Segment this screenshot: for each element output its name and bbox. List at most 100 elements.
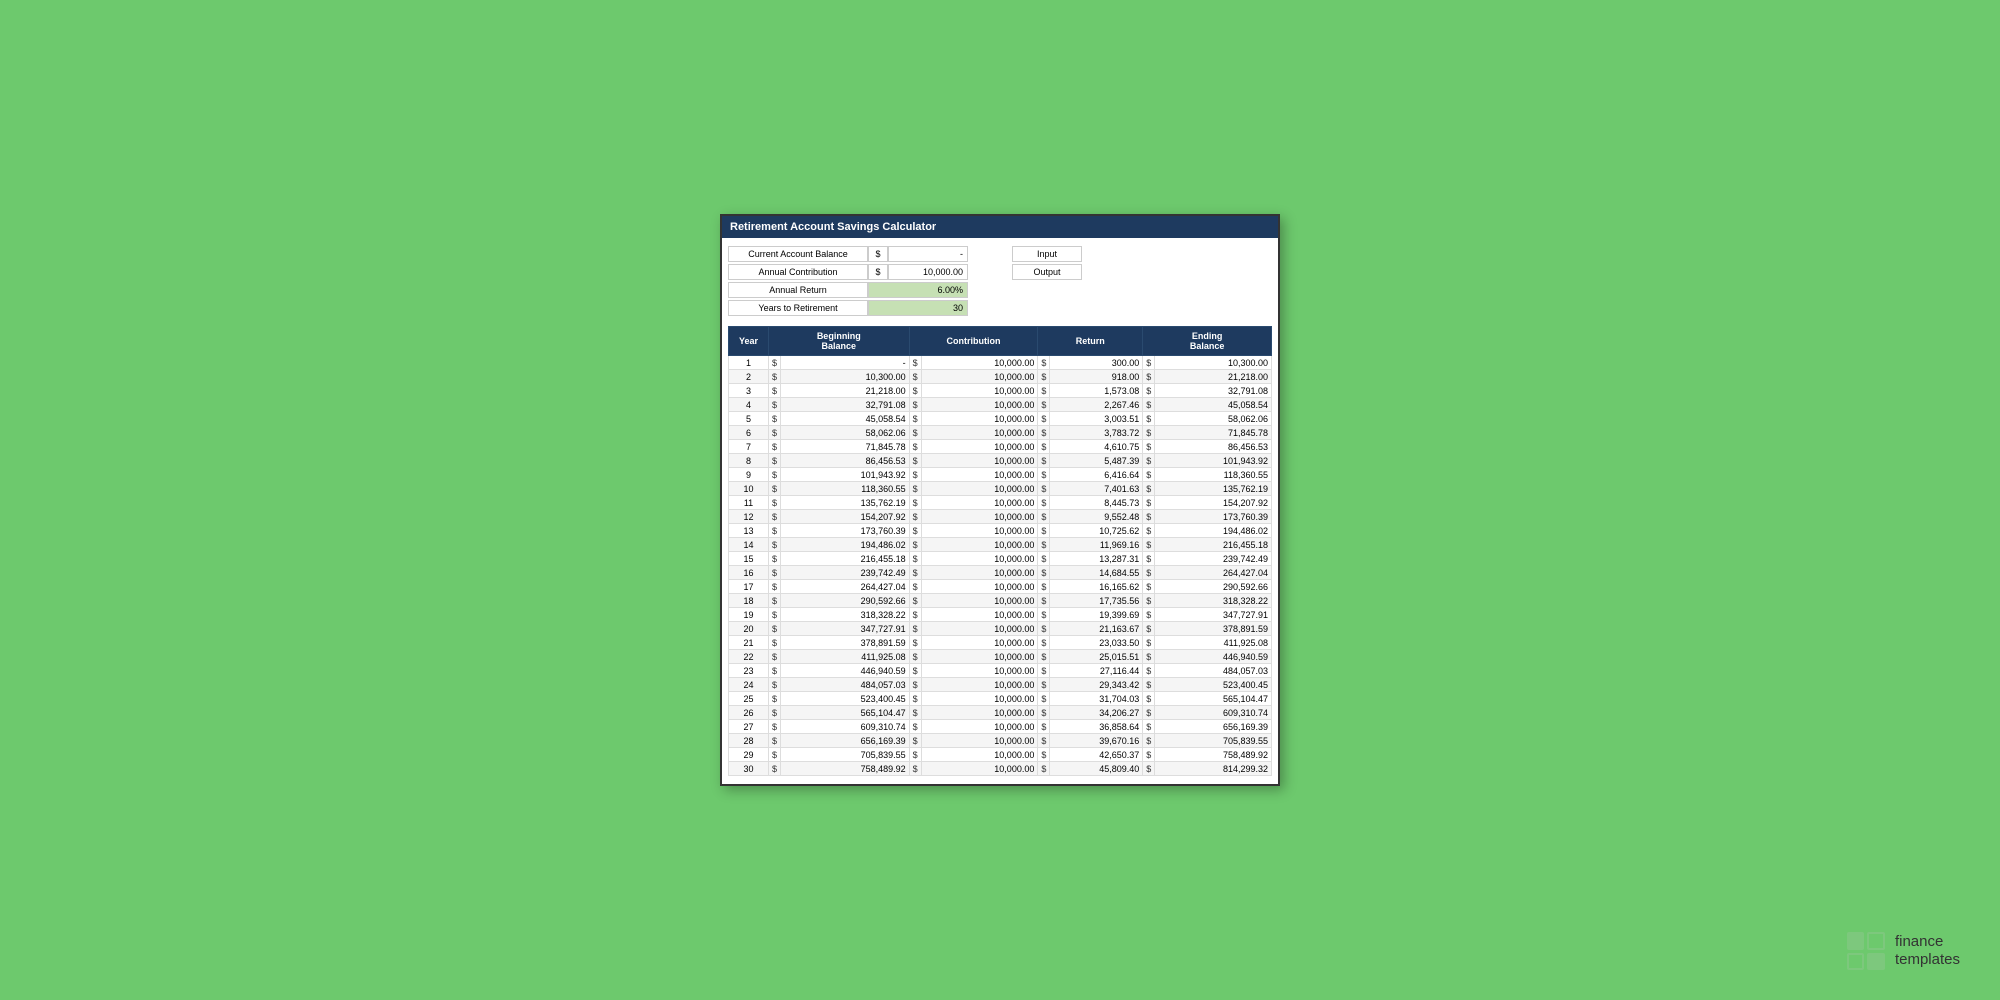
end-val: 135,762.19 xyxy=(1155,482,1272,496)
ret-val: 17,735.56 xyxy=(1050,594,1143,608)
year-cell: 26 xyxy=(729,706,769,720)
beg-val: 347,727.91 xyxy=(781,622,910,636)
con-val: 10,000.00 xyxy=(921,678,1038,692)
beg-dollar: $ xyxy=(769,552,781,566)
beg-val: - xyxy=(781,356,910,370)
table-row: 3 $ 21,218.00 $ 10,000.00 $ 1,573.08 $ 3… xyxy=(729,384,1272,398)
end-dollar: $ xyxy=(1143,678,1155,692)
ret-val: 3,003.51 xyxy=(1050,412,1143,426)
end-dollar: $ xyxy=(1143,692,1155,706)
year-cell: 7 xyxy=(729,440,769,454)
table-row: 12 $ 154,207.92 $ 10,000.00 $ 9,552.48 $… xyxy=(729,510,1272,524)
end-dollar: $ xyxy=(1143,468,1155,482)
beg-dollar: $ xyxy=(769,622,781,636)
con-dollar: $ xyxy=(909,412,921,426)
beg-val: 194,486.02 xyxy=(781,538,910,552)
year-cell: 1 xyxy=(729,356,769,370)
table-row: 25 $ 523,400.45 $ 10,000.00 $ 31,704.03 … xyxy=(729,692,1272,706)
con-dollar: $ xyxy=(909,510,921,524)
beg-val: 173,760.39 xyxy=(781,524,910,538)
end-val: 239,742.49 xyxy=(1155,552,1272,566)
end-val: 21,218.00 xyxy=(1155,370,1272,384)
table-row: 2 $ 10,300.00 $ 10,000.00 $ 918.00 $ 21,… xyxy=(729,370,1272,384)
end-dollar: $ xyxy=(1143,650,1155,664)
con-dollar: $ xyxy=(909,566,921,580)
beg-dollar: $ xyxy=(769,398,781,412)
beg-val: 86,456.53 xyxy=(781,454,910,468)
con-dollar: $ xyxy=(909,398,921,412)
year-cell: 9 xyxy=(729,468,769,482)
year-cell: 22 xyxy=(729,650,769,664)
ret-val: 300.00 xyxy=(1050,356,1143,370)
ret-val: 2,267.46 xyxy=(1050,398,1143,412)
ret-dollar: $ xyxy=(1038,678,1050,692)
table-section: Year BeginningBalance Contribution Retur… xyxy=(722,326,1278,784)
con-val: 10,000.00 xyxy=(921,496,1038,510)
con-val: 10,000.00 xyxy=(921,566,1038,580)
beg-val: 239,742.49 xyxy=(781,566,910,580)
con-val: 10,000.00 xyxy=(921,762,1038,776)
end-dollar: $ xyxy=(1143,706,1155,720)
beg-val: 411,925.08 xyxy=(781,650,910,664)
end-dollar: $ xyxy=(1143,496,1155,510)
beg-val: 609,310.74 xyxy=(781,720,910,734)
table-row: 30 $ 758,489.92 $ 10,000.00 $ 45,809.40 … xyxy=(729,762,1272,776)
year-cell: 2 xyxy=(729,370,769,384)
con-dollar: $ xyxy=(909,426,921,440)
ret-val: 918.00 xyxy=(1050,370,1143,384)
ret-dollar: $ xyxy=(1038,692,1050,706)
table-row: 9 $ 101,943.92 $ 10,000.00 $ 6,416.64 $ … xyxy=(729,468,1272,482)
beg-dollar: $ xyxy=(769,412,781,426)
years-to-retirement-value[interactable]: 30 xyxy=(868,300,968,316)
con-val: 10,000.00 xyxy=(921,734,1038,748)
year-cell: 27 xyxy=(729,720,769,734)
ret-dollar: $ xyxy=(1038,412,1050,426)
beg-dollar: $ xyxy=(769,678,781,692)
beg-dollar: $ xyxy=(769,370,781,384)
con-dollar: $ xyxy=(909,650,921,664)
ret-val: 14,684.55 xyxy=(1050,566,1143,580)
brand-name-line1: finance xyxy=(1895,933,1960,951)
beg-dollar: $ xyxy=(769,692,781,706)
table-row: 11 $ 135,762.19 $ 10,000.00 $ 8,445.73 $… xyxy=(729,496,1272,510)
con-dollar: $ xyxy=(909,734,921,748)
ret-val: 39,670.16 xyxy=(1050,734,1143,748)
ret-val: 34,206.27 xyxy=(1050,706,1143,720)
con-val: 10,000.00 xyxy=(921,510,1038,524)
current-balance-dollar: $ xyxy=(868,246,888,262)
table-row: 27 $ 609,310.74 $ 10,000.00 $ 36,858.64 … xyxy=(729,720,1272,734)
end-val: 86,456.53 xyxy=(1155,440,1272,454)
current-balance-label: Current Account Balance xyxy=(728,246,868,262)
end-val: 318,328.22 xyxy=(1155,594,1272,608)
ret-dollar: $ xyxy=(1038,622,1050,636)
table-row: 18 $ 290,592.66 $ 10,000.00 $ 17,735.56 … xyxy=(729,594,1272,608)
ret-val: 21,163.67 xyxy=(1050,622,1143,636)
beg-val: 10,300.00 xyxy=(781,370,910,384)
current-balance-value[interactable]: - xyxy=(888,246,968,262)
beg-dollar: $ xyxy=(769,664,781,678)
ret-dollar: $ xyxy=(1038,706,1050,720)
con-val: 10,000.00 xyxy=(921,706,1038,720)
annual-contribution-value[interactable]: 10,000.00 xyxy=(888,264,968,280)
beg-val: 154,207.92 xyxy=(781,510,910,524)
end-dollar: $ xyxy=(1143,454,1155,468)
brand-icon-cell-3 xyxy=(1847,953,1865,971)
con-val: 10,000.00 xyxy=(921,594,1038,608)
beg-dollar: $ xyxy=(769,650,781,664)
annual-return-value[interactable]: 6.00% xyxy=(868,282,968,298)
annual-contribution-dollar: $ xyxy=(868,264,888,280)
end-val: 58,062.06 xyxy=(1155,412,1272,426)
ret-dollar: $ xyxy=(1038,384,1050,398)
con-dollar: $ xyxy=(909,440,921,454)
beg-val: 58,062.06 xyxy=(781,426,910,440)
year-cell: 10 xyxy=(729,482,769,496)
ret-dollar: $ xyxy=(1038,440,1050,454)
ret-val: 11,969.16 xyxy=(1050,538,1143,552)
ret-dollar: $ xyxy=(1038,510,1050,524)
end-val: 118,360.55 xyxy=(1155,468,1272,482)
ret-dollar: $ xyxy=(1038,664,1050,678)
end-val: 484,057.03 xyxy=(1155,664,1272,678)
ret-dollar: $ xyxy=(1038,426,1050,440)
years-to-retirement-label: Years to Retirement xyxy=(728,300,868,316)
brand-icon-cell-1 xyxy=(1847,932,1865,950)
